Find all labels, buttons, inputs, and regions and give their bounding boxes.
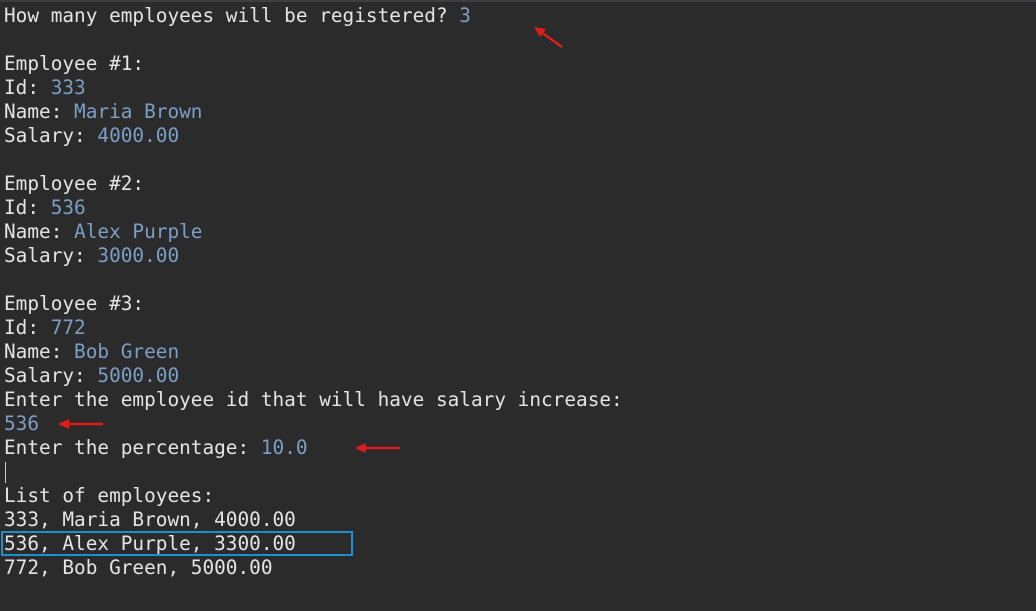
name-label: Name: — [4, 220, 75, 243]
user-input-name: Alex Purple — [74, 220, 203, 243]
user-input-id: 536 — [50, 196, 86, 219]
prompt-label: How many employees will be registered? — [4, 4, 460, 27]
employee-id-line: Id: 333 — [4, 76, 86, 100]
employee-salary-line: Salary: 4000.00 — [4, 124, 179, 148]
user-input-name: Maria Brown — [74, 100, 203, 123]
employee-header: Employee #3: — [4, 292, 145, 315]
user-input-name: Bob Green — [74, 340, 180, 363]
employee-id-line: Id: 772 — [4, 316, 86, 340]
employee-name-line: Name: Bob Green — [4, 340, 179, 364]
employee-count-prompt: How many employees will be registered? 3 — [4, 4, 471, 28]
employee-salary-line: Salary: 5000.00 — [4, 364, 179, 388]
list-item: 772, Bob Green, 5000.00 — [4, 556, 273, 579]
user-input-id: 772 — [50, 316, 86, 339]
name-label: Name: — [4, 100, 75, 123]
id-label: Id: — [4, 76, 51, 99]
red-arrow-icon — [534, 27, 563, 49]
employee-id-line: Id: 536 — [4, 196, 86, 220]
employee-header: Employee #2: — [4, 172, 145, 195]
user-input-increase-id: 536 — [4, 412, 40, 435]
console-output[interactable]: How many employees will be registered? 3… — [0, 0, 1036, 611]
employee-header: Employee #1: — [4, 52, 145, 75]
red-arrow-icon — [58, 419, 103, 429]
salary-label: Salary: — [4, 244, 98, 267]
employee-salary-line: Salary: 3000.00 — [4, 244, 179, 268]
red-arrow-icon — [355, 443, 400, 453]
highlight-box — [1, 531, 353, 556]
user-input-id: 333 — [50, 76, 86, 99]
list-item: 333, Maria Brown, 4000.00 — [4, 508, 296, 531]
id-label: Id: — [4, 196, 51, 219]
increase-id-prompt: Enter the employee id that will have sal… — [4, 388, 623, 411]
percentage-prompt: Enter the percentage: 10.0 — [4, 436, 308, 460]
salary-label: Salary: — [4, 124, 98, 147]
user-input-count: 3 — [459, 4, 471, 27]
employee-name-line: Name: Alex Purple — [4, 220, 202, 244]
employee-name-line: Name: Maria Brown — [4, 100, 202, 124]
percentage-label: Enter the percentage: — [4, 436, 261, 459]
name-label: Name: — [4, 340, 75, 363]
id-label: Id: — [4, 316, 51, 339]
user-input-percentage: 10.0 — [260, 436, 308, 459]
text-caret — [5, 462, 6, 483]
user-input-salary: 3000.00 — [97, 244, 180, 267]
user-input-salary: 5000.00 — [97, 364, 180, 387]
user-input-salary: 4000.00 — [97, 124, 180, 147]
list-header: List of employees: — [4, 484, 215, 507]
salary-label: Salary: — [4, 364, 98, 387]
